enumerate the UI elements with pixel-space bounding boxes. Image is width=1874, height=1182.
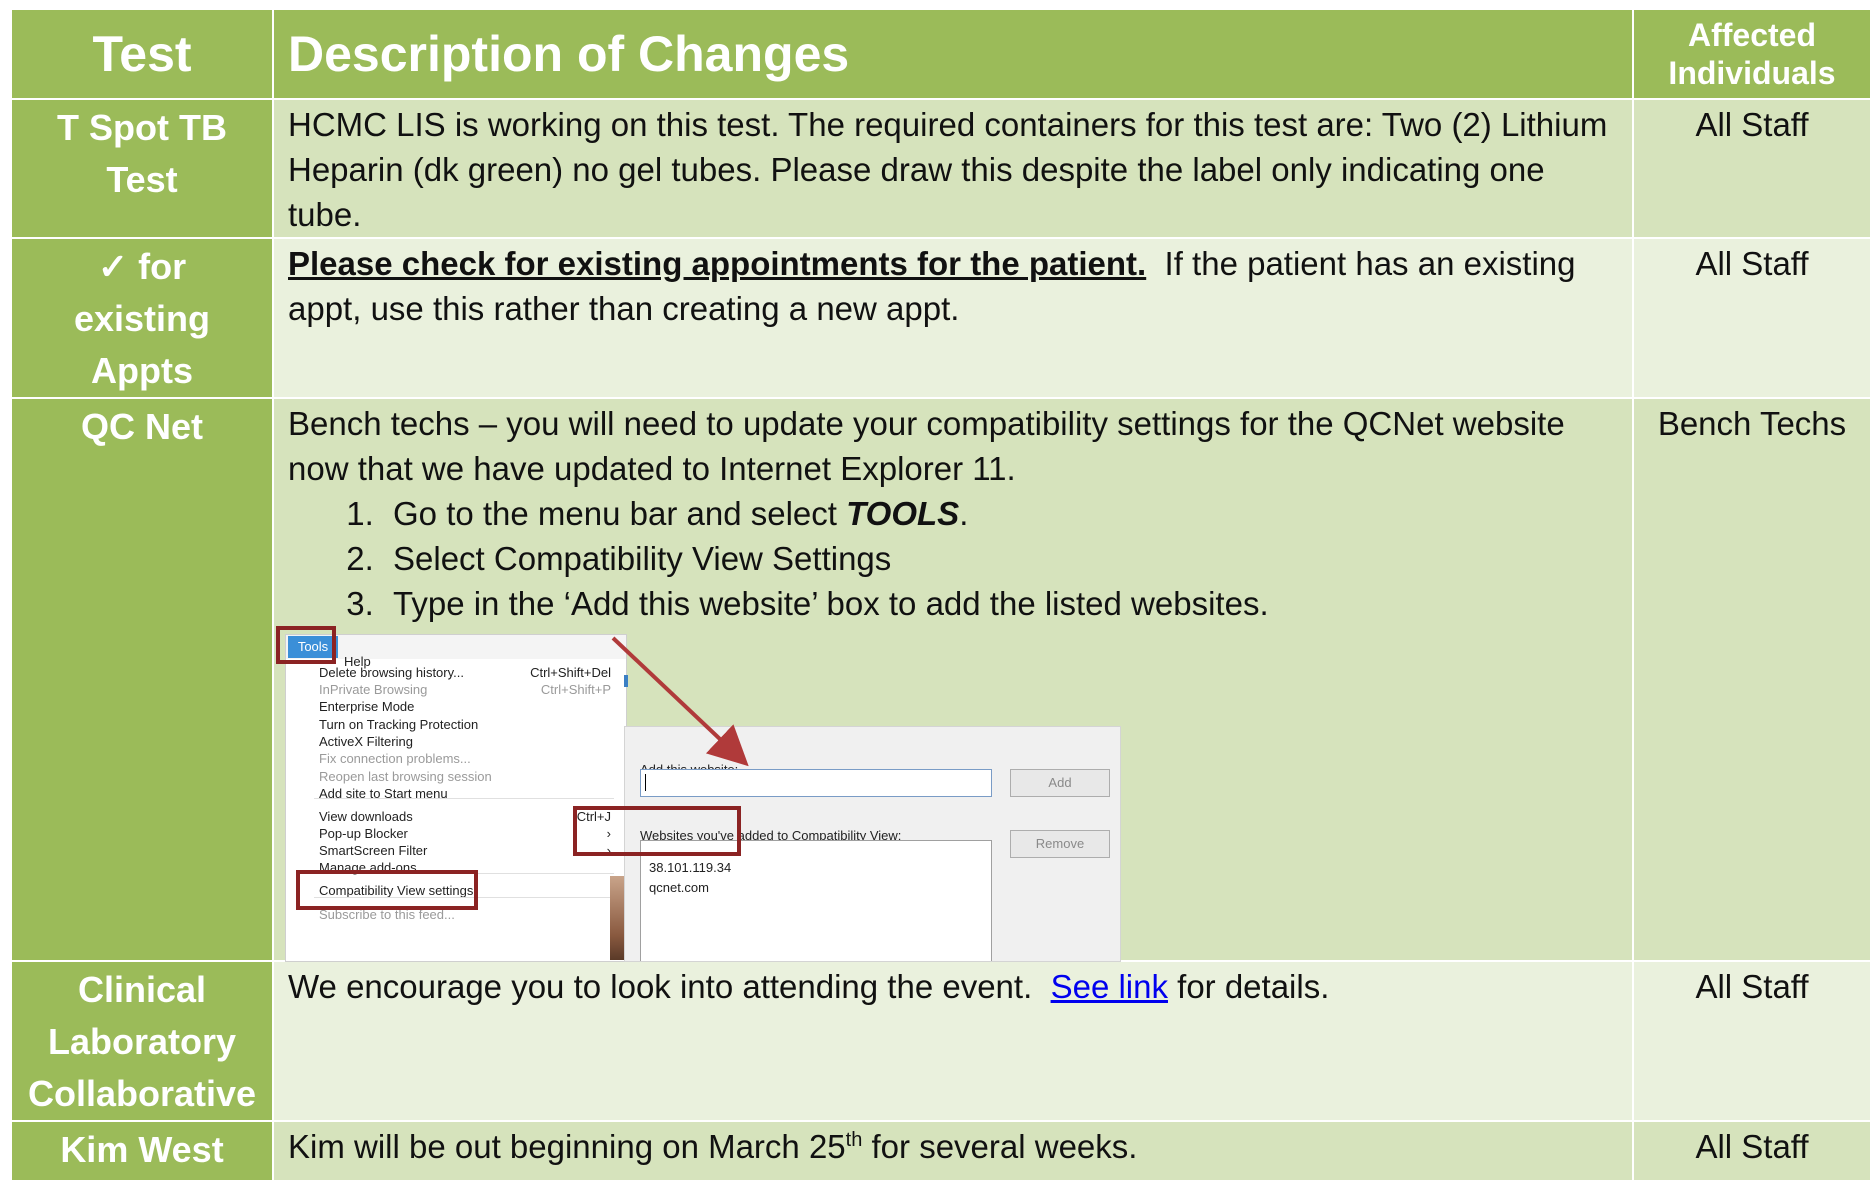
step-text: Type in the ‘Add this website’ box to ad… xyxy=(393,585,1269,622)
table-row: Kim West Kim will be out beginning on Ma… xyxy=(10,1120,1872,1182)
description-cell: We encourage you to look into attending … xyxy=(272,960,1634,1122)
test-name: ✓ for existing Appts xyxy=(10,237,274,399)
affected-cell: All Staff xyxy=(1632,960,1872,1122)
description-cell: HCMC LIS is working on this test. The re… xyxy=(272,98,1634,239)
description-text: Bench techs – you will need to update yo… xyxy=(288,405,1565,487)
description-cell: Bench techs – you will need to update yo… xyxy=(272,397,1634,962)
header-row: Test Description of Changes Affected Ind… xyxy=(10,8,1872,100)
test-label: T Spot TB Test xyxy=(57,107,227,200)
test-name: T Spot TB Test xyxy=(10,98,274,239)
description-text: for details. xyxy=(1167,968,1330,1005)
affected-cell: All Staff xyxy=(1632,1120,1872,1182)
description-emphasis: Please check for existing appointments f… xyxy=(288,245,1147,282)
test-name: QC Net xyxy=(10,397,274,962)
steps-list: Go to the menu bar and select TOOLS. Sel… xyxy=(288,491,1622,626)
table-row: QC Net Bench techs – you will need to up… xyxy=(10,397,1872,962)
step-text: Go to the menu bar and select xyxy=(393,495,847,532)
step-item: Go to the menu bar and select TOOLS. xyxy=(383,491,1622,536)
affected-cell: Bench Techs xyxy=(1632,397,1872,962)
description-cell: Kim will be out beginning on March 25th … xyxy=(272,1120,1634,1182)
description-text: for several weeks. xyxy=(862,1128,1138,1165)
test-name: Clinical Laboratory Collaborative xyxy=(10,960,274,1122)
see-link[interactable]: See link xyxy=(1051,968,1168,1005)
table-row: T Spot TB Test HCMC LIS is working on th… xyxy=(10,98,1872,239)
affected-cell: All Staff xyxy=(1632,98,1872,239)
step-item: Select Compatibility View Settings xyxy=(383,536,1622,581)
step-emphasis: TOOLS xyxy=(846,495,960,532)
table-row: Clinical Laboratory Collaborative We enc… xyxy=(10,960,1872,1122)
ie-screenshot: Tools Help Delete browsing history... Ctr… xyxy=(276,626,1165,962)
description-cell: Please check for existing appointments f… xyxy=(272,237,1634,399)
description-text: We encourage you to look into attending … xyxy=(288,968,1051,1005)
check-icon: ✓ xyxy=(97,246,129,287)
affected-cell: All Staff xyxy=(1632,237,1872,399)
test-label: for existing Appts xyxy=(73,246,211,391)
header-description: Description of Changes xyxy=(272,8,1634,100)
step-text: Select Compatibility View Settings xyxy=(393,540,892,577)
description-text: Kim will be out beginning on March 25 xyxy=(288,1128,846,1165)
table-row: ✓ for existing Appts Please check for ex… xyxy=(10,237,1872,399)
test-name: Kim West xyxy=(10,1120,274,1182)
step-item: Type in the ‘Add this website’ box to ad… xyxy=(383,581,1622,626)
step-after: . xyxy=(959,495,969,532)
header-affected: Affected Individuals xyxy=(1632,8,1872,100)
description-superscript: th xyxy=(845,1129,863,1151)
header-test: Test xyxy=(10,8,274,100)
changes-table: Test Description of Changes Affected Ind… xyxy=(10,8,1872,1182)
pointer-arrow-icon xyxy=(611,636,749,767)
